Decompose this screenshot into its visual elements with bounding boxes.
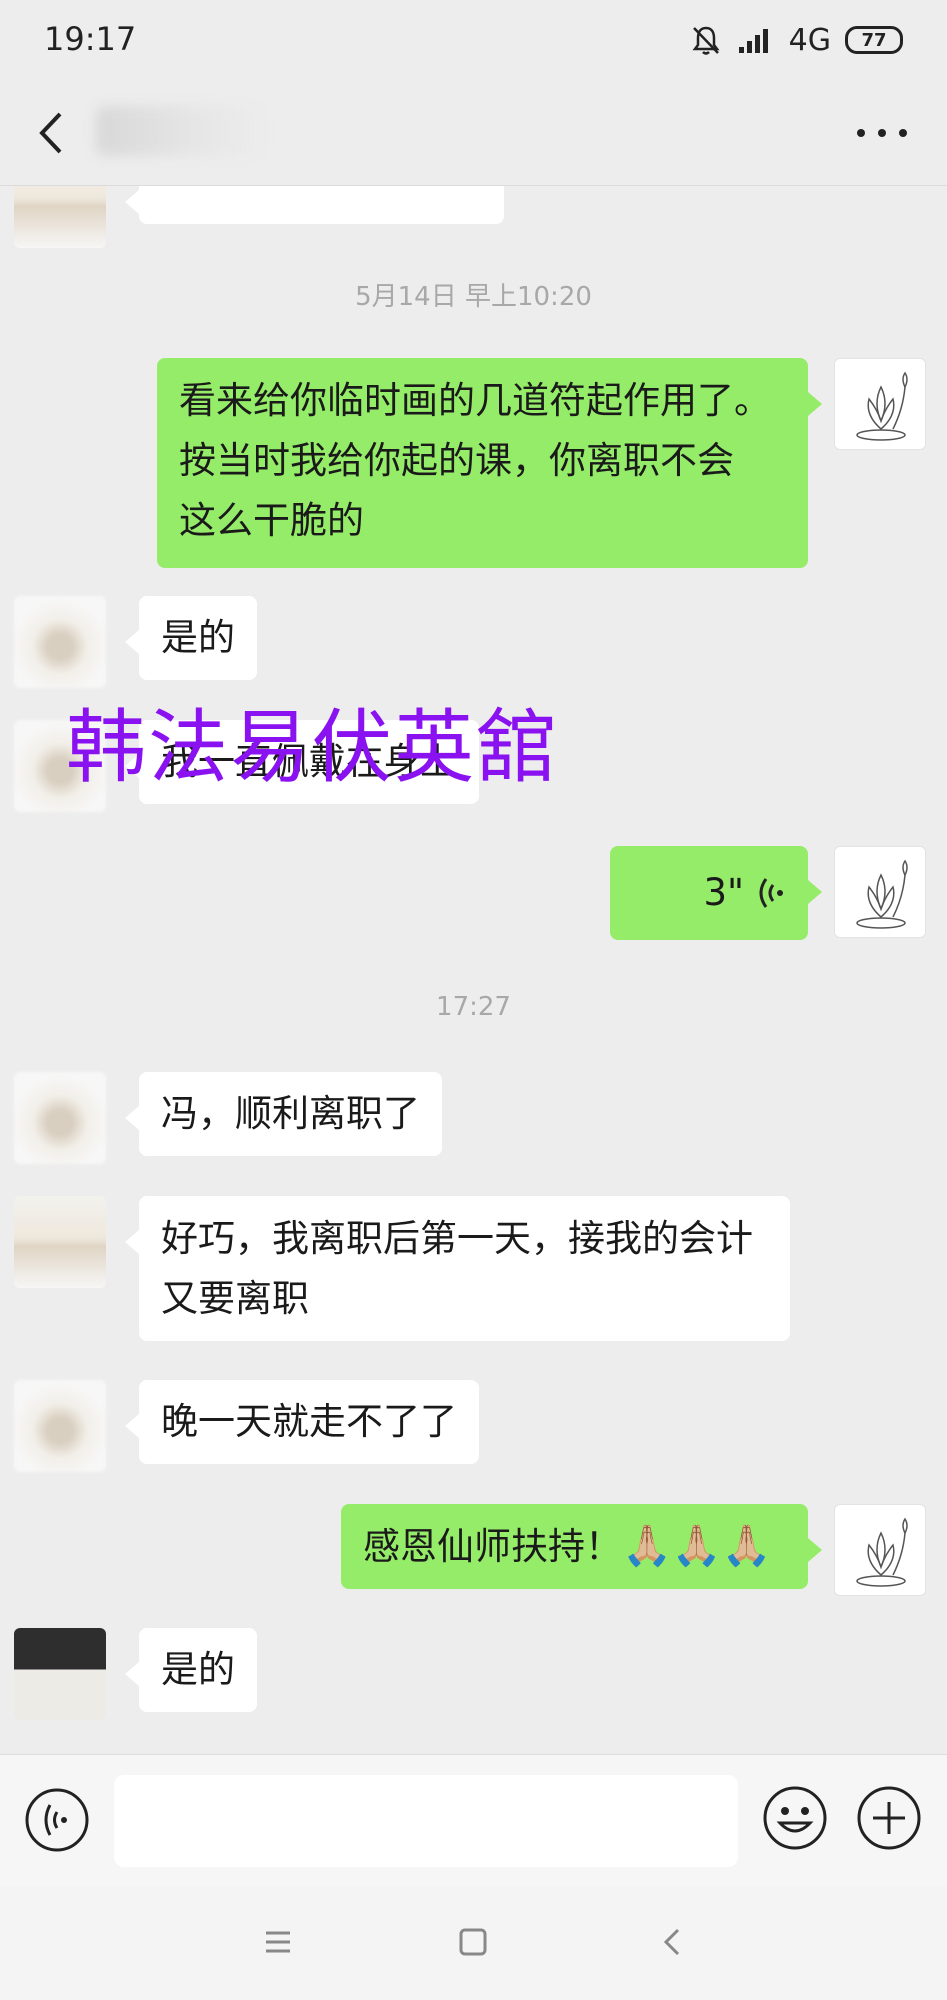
watermark-text: 韩法易伏英舘 — [66, 701, 558, 794]
mute-bell-icon — [692, 26, 720, 55]
message-bubble-sent: 感恩仙师扶持！🙏🏼🙏🏼🙏🏼 — [341, 1504, 822, 1589]
timestamp: 17:27 — [436, 992, 511, 1022]
emoji-icon[interactable] — [762, 1785, 828, 1851]
network-type: 4G — [788, 22, 831, 58]
message-text: 冯，顺利离职了 — [161, 1092, 420, 1135]
my-avatar[interactable] — [834, 358, 926, 450]
plus-icon[interactable] — [856, 1785, 922, 1851]
home-icon[interactable] — [453, 1922, 493, 1962]
message-bubble-partial — [125, 186, 504, 224]
input-bar — [0, 1754, 947, 1886]
back-icon[interactable] — [32, 108, 72, 158]
status-bar: 19:17 4G 77 — [0, 0, 947, 78]
contact-avatar[interactable] — [14, 186, 106, 248]
battery-level: 77 — [861, 29, 887, 51]
lotus-icon — [856, 1517, 908, 1587]
menu-icon[interactable] — [258, 1922, 298, 1962]
message-bubble-received: 是的 — [125, 596, 257, 680]
contact-avatar[interactable] — [14, 1380, 106, 1472]
praying-hands-emoji: 🙏🏼🙏🏼🙏🏼 — [622, 1523, 772, 1569]
message-bubble-received: 好巧，我离职后第一天，接我的会计 又要离职 — [125, 1196, 790, 1341]
chat-header — [0, 78, 947, 186]
message-text: 是的 — [161, 616, 235, 659]
message-text: 这么干脆的 — [179, 499, 364, 542]
message-text: 晚一天就走不了了 — [161, 1400, 457, 1443]
my-avatar[interactable] — [834, 846, 926, 938]
voice-wave-icon — [759, 878, 783, 908]
nav-back-icon[interactable] — [652, 1922, 692, 1962]
message-bubble-received: 冯，顺利离职了 — [125, 1072, 442, 1156]
timestamp: 5月14日 早上10:20 — [355, 282, 592, 312]
message-bubble-sent: 看来给你临时画的几道符起作用了。 按当时我给你起的课，你离职不会 这么干脆的 — [157, 358, 822, 568]
message-bubble-received: 是的 — [125, 1628, 257, 1712]
more-icon[interactable] — [857, 118, 907, 148]
my-avatar[interactable] — [834, 1504, 926, 1596]
contact-name-blurred — [96, 106, 266, 156]
status-icons: 4G 77 — [689, 20, 903, 60]
message-text: 感恩仙师扶持！ — [363, 1525, 622, 1568]
voice-message-bubble[interactable]: 3" — [610, 846, 822, 940]
system-nav-bar — [0, 1886, 947, 2000]
lotus-icon — [856, 859, 908, 929]
chat-area[interactable]: 5月14日 早上10:20 看来给你临时画的几道符起作用了。 按当时我给你起的课… — [0, 186, 947, 1754]
battery-icon: 77 — [845, 26, 903, 54]
contact-avatar[interactable] — [14, 1072, 106, 1164]
voice-duration: 3" — [703, 871, 744, 914]
voice-input-icon[interactable] — [24, 1787, 90, 1853]
contact-avatar[interactable] — [14, 1628, 106, 1720]
status-time: 19:17 — [44, 20, 137, 58]
message-text: 好巧，我离职后第一天，接我的会计 — [161, 1217, 753, 1260]
message-bubble-received: 晚一天就走不了了 — [125, 1380, 479, 1464]
message-text: 按当时我给你起的课，你离职不会 — [179, 439, 734, 482]
message-text: 看来给你临时画的几道符起作用了。 — [179, 379, 771, 422]
message-input[interactable] — [114, 1775, 738, 1867]
contact-avatar[interactable] — [14, 596, 106, 688]
signal-icon — [738, 29, 768, 53]
contact-avatar[interactable] — [14, 1196, 106, 1288]
message-text: 是的 — [161, 1648, 235, 1691]
lotus-icon — [856, 371, 908, 441]
message-text: 又要离职 — [161, 1277, 309, 1320]
